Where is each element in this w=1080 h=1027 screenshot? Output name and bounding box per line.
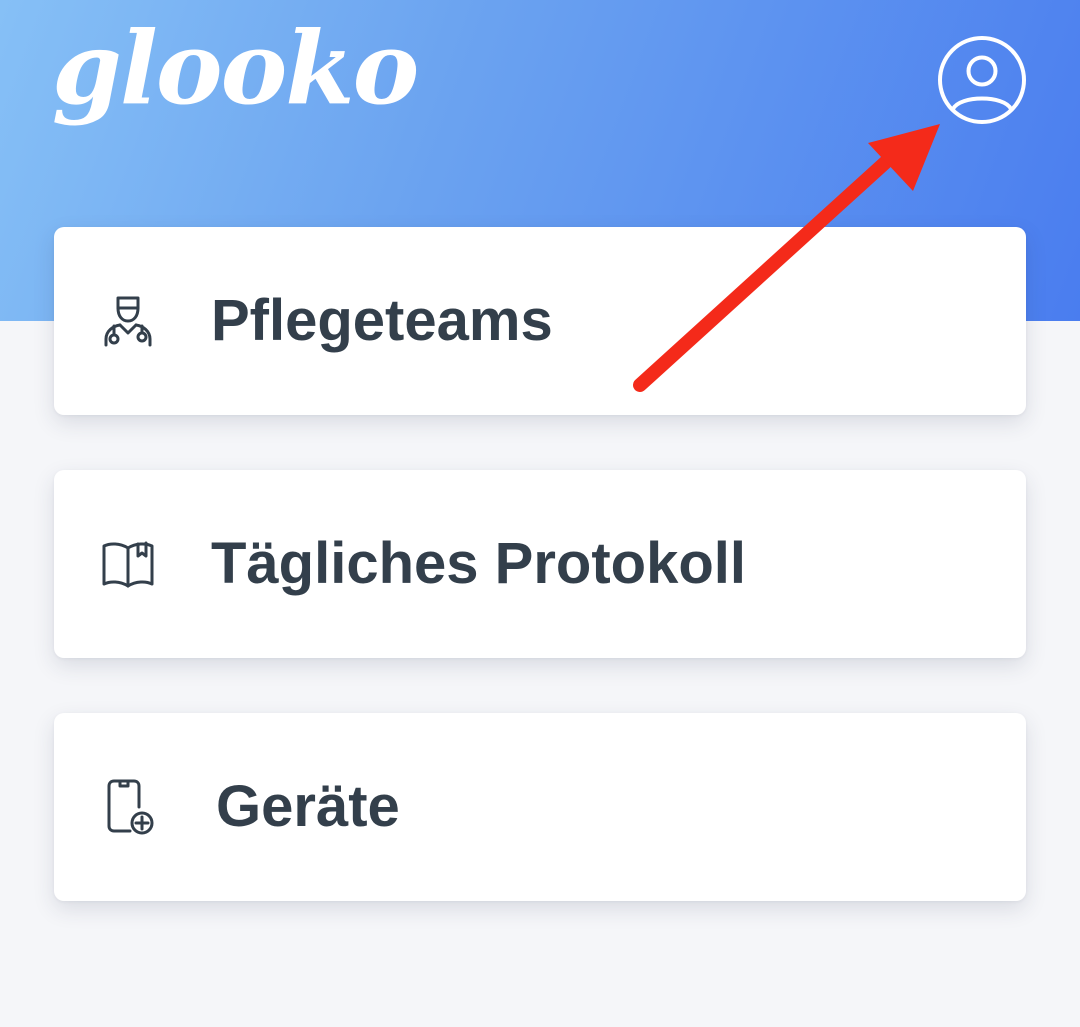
glooko-logo: glooko [52,9,419,127]
menu-item-protokoll[interactable]: Tägliches Protokoll [54,470,1026,658]
menu-item-label: Pflegeteams [211,288,553,353]
menu-item-geraete[interactable]: Geräte [54,713,1026,901]
menu-item-pflegeteams[interactable]: Pflegeteams [54,227,1026,415]
menu-item-label: Geräte [216,774,400,839]
doctor-icon [98,291,158,351]
menu-item-label: Tägliches Protokoll [211,531,746,596]
account-circle-icon [938,36,1026,124]
profile-button[interactable] [936,34,1028,126]
device-add-icon [98,777,158,837]
book-icon [98,534,158,594]
